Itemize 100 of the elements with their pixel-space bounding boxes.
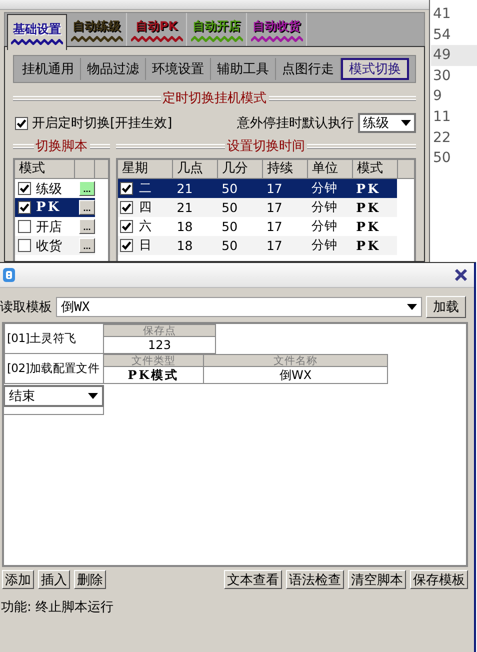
param-header: 文件名称 <box>204 354 388 367</box>
table-cell: 日 <box>139 237 152 254</box>
table-cell: 二 <box>139 180 152 197</box>
tab[interactable]: 基础设置 <box>7 14 67 50</box>
table-cell: 四 <box>139 199 152 216</box>
wave-icon <box>11 38 63 44</box>
checkbox[interactable] <box>18 220 31 233</box>
toolbar-button[interactable]: 删除 <box>74 570 106 589</box>
line-number: 9 <box>432 87 443 106</box>
table-cell-text: 17 <box>265 200 284 215</box>
caret-icon <box>401 120 411 126</box>
tab[interactable]: 辅助工具 <box>211 58 276 80</box>
table-cell-text: 分钟 <box>310 237 338 254</box>
field-label: 读取模板 <box>0 299 52 316</box>
table-cell-text: 50 <box>220 238 239 253</box>
caret-icon <box>407 304 417 310</box>
edit-button[interactable]: ... <box>79 219 95 234</box>
table-cell-text: PK <box>355 219 382 234</box>
edit-button[interactable]: ... <box>79 238 95 253</box>
table-cell: 六 <box>139 218 152 235</box>
table-cell-text: 18 <box>176 219 194 234</box>
tab[interactable]: 物品过滤 <box>81 58 146 80</box>
divider-line <box>90 144 110 148</box>
table-cell-text: 分钟 <box>310 199 338 216</box>
line-number: 50 <box>432 149 452 168</box>
app-icon <box>3 268 15 282</box>
column-header: 几分 <box>218 160 263 178</box>
close-icon[interactable] <box>454 268 468 282</box>
column-header: 单位 <box>308 160 353 178</box>
column-header: 星期 <box>118 160 173 178</box>
toolbar-button[interactable]: 语法检查 <box>286 570 344 589</box>
step-label[interactable]: [01]土灵符飞 <box>4 324 104 354</box>
line-number: 30 <box>432 66 452 86</box>
table-cell-text: PK <box>355 238 382 253</box>
table-cell-text: 17 <box>265 219 284 234</box>
tab[interactable]: 自动练级 <box>67 13 127 46</box>
table-cell-text: 50 <box>220 181 239 196</box>
table-row[interactable]: 六 18 50 17 分钟 PK <box>118 217 397 236</box>
checkbox[interactable] <box>120 220 133 233</box>
mode-name: 开店 <box>36 218 63 236</box>
column-header: 持续 <box>263 160 308 178</box>
list-row[interactable]: 练级 ... <box>15 179 95 198</box>
list-row[interactable]: PK ... <box>15 198 95 217</box>
wave-icon <box>130 36 182 42</box>
list-row[interactable]: 开店 ... <box>15 217 95 236</box>
checkbox[interactable] <box>120 239 133 252</box>
section-title: 定时切换挂机模式 <box>162 90 266 107</box>
checkbox[interactable] <box>18 201 31 214</box>
table-cell-text: 21 <box>176 200 194 215</box>
table-cell-text: PK <box>355 200 382 215</box>
param-header: 保存点 <box>104 324 216 337</box>
checkbox[interactable] <box>120 182 133 195</box>
tab[interactable]: 挂机通用 <box>16 58 81 80</box>
toolbar-button[interactable]: 清空脚本 <box>348 570 406 589</box>
wave-icon <box>250 36 302 42</box>
template-dropdown[interactable]: 倒WX <box>56 297 422 317</box>
column-header: 模式 <box>15 160 75 178</box>
step-dropdown[interactable]: 结束 <box>4 385 104 407</box>
param-value[interactable]: 倒WX <box>204 367 388 384</box>
mode-name: 收货 <box>36 238 63 254</box>
param-header: 文件类型 <box>104 354 204 367</box>
table-cell-text: 50 <box>220 200 239 215</box>
field-label: 意外停挂时默认执行 <box>237 115 354 132</box>
list-row[interactable]: 收货 ... <box>15 236 95 255</box>
param-value[interactable]: PK模式 <box>104 367 204 384</box>
table-row[interactable]: 日 18 50 17 分钟 PK <box>118 236 397 255</box>
edit-button[interactable]: ... <box>79 200 95 215</box>
mode-dropdown[interactable]: 练级 <box>358 113 416 133</box>
checkbox-label: 开启定时切换[开挂生效] <box>32 115 172 132</box>
group-title: 设置切换时间 <box>227 138 305 155</box>
table-cell-text: 18 <box>176 238 194 253</box>
toolbar-button[interactable]: 插入 <box>38 570 70 589</box>
table-cell-text: 21 <box>176 181 194 196</box>
table-cell-text: 分钟 <box>310 180 338 197</box>
status-text: 功能: 终止脚本运行 <box>0 599 115 616</box>
column-header: 模式 <box>353 160 398 178</box>
load-button[interactable]: 加载 <box>426 296 466 318</box>
line-number: 54 <box>432 26 452 45</box>
table-cell-text: PK <box>355 181 382 196</box>
column-header: 几点 <box>173 160 218 178</box>
line-number: 41 <box>432 5 452 24</box>
toolbar-button[interactable]: 添加 <box>2 570 34 589</box>
table-row[interactable]: 二 21 50 17 分钟 PK <box>118 179 397 198</box>
step-label[interactable]: [02]加载配置文件 <box>4 354 104 384</box>
checkbox[interactable] <box>15 116 28 130</box>
table-cell-text: 17 <box>265 181 284 196</box>
mode-name: PK <box>36 200 62 215</box>
table-cell-text: 分钟 <box>310 218 338 235</box>
tab[interactable]: 模式切换 <box>341 58 409 80</box>
divider-line <box>13 144 34 148</box>
checkbox[interactable] <box>18 239 31 252</box>
table-cell-text: 17 <box>265 238 284 253</box>
toolbar-button[interactable]: 保存模板 <box>410 570 468 589</box>
tab[interactable]: 环境设置 <box>146 58 211 80</box>
checkbox[interactable] <box>120 201 133 214</box>
edit-button[interactable]: ... <box>79 181 95 196</box>
table-row[interactable]: 四 21 50 17 分钟 PK <box>118 198 397 217</box>
toolbar-button[interactable]: 文本查看 <box>224 570 282 589</box>
mode-name: 练级 <box>36 180 63 198</box>
checkbox[interactable] <box>18 182 31 195</box>
